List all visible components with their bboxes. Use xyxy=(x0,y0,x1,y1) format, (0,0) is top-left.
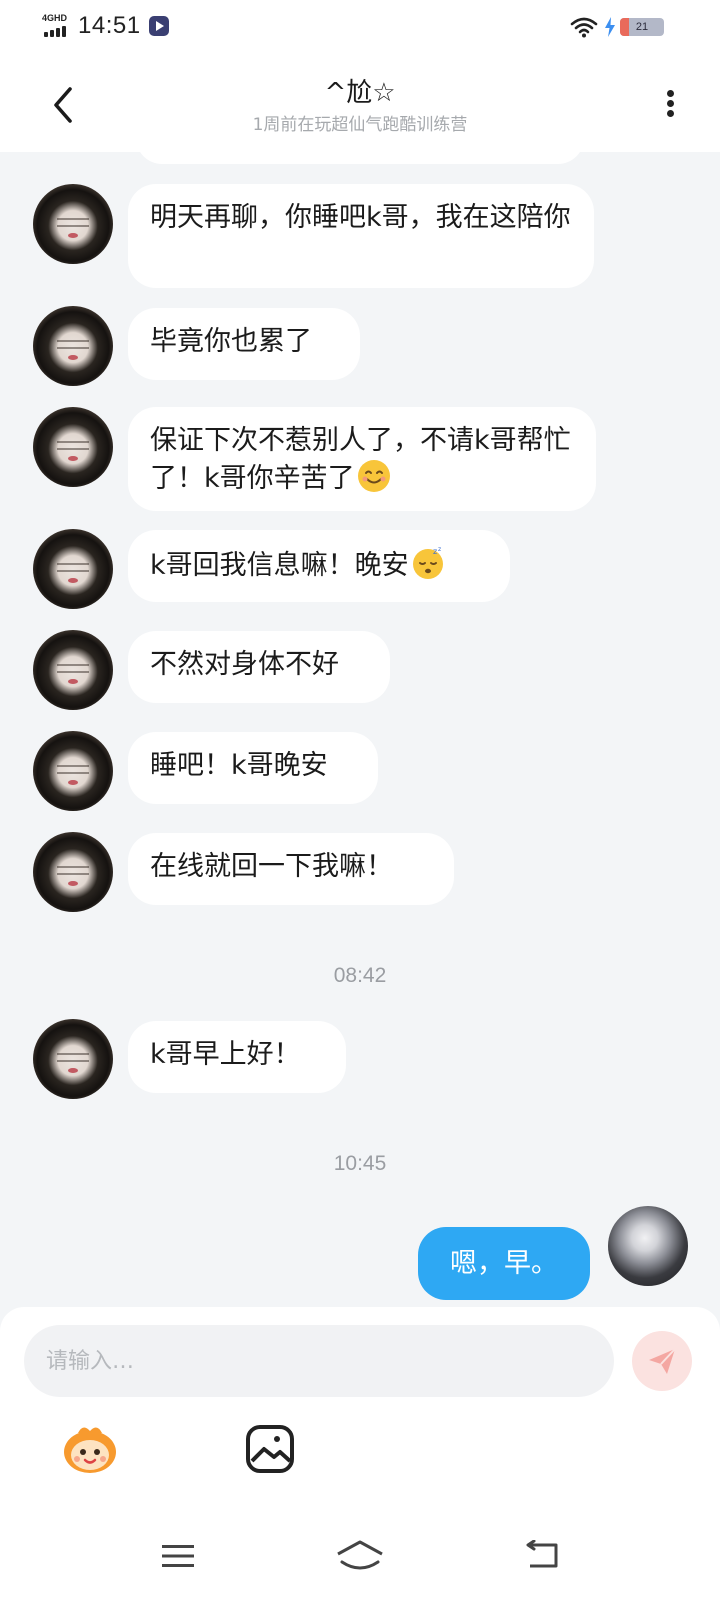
app-icon xyxy=(148,16,169,36)
message-bubble-self[interactable]: 嗯，早。 xyxy=(418,1227,590,1300)
contact-activity: 1周前在玩超仙气跑酷训练营 xyxy=(252,115,468,135)
status-time: 14:51 xyxy=(78,12,141,39)
message-bubble[interactable]: k哥回我信息嘛！晚安 z z xyxy=(128,530,510,602)
message-text: 毕竟你也累了 xyxy=(150,326,312,357)
system-nav-bar xyxy=(0,1510,720,1600)
message-timestamp: 10:45 xyxy=(333,1152,387,1175)
sleeping-face-emoji: z z xyxy=(412,546,443,579)
more-options-button[interactable] xyxy=(652,78,688,128)
message-bubble[interactable]: k哥早上好！ xyxy=(128,1021,346,1093)
contact-name: ^尬☆ xyxy=(324,78,396,108)
message-text: 不然对身体不好 xyxy=(150,649,339,680)
smiling-face-emoji xyxy=(357,460,390,492)
charging-bolt-icon xyxy=(605,17,615,37)
more-vertical-icon xyxy=(666,87,674,120)
network-type: 4GHD xyxy=(42,13,68,23)
message-timestamp: 08:42 xyxy=(333,964,387,987)
sticker-icon xyxy=(64,1427,116,1473)
message-bubble[interactable]: 毕竟你也累了 xyxy=(128,308,360,380)
avatar[interactable] xyxy=(33,306,113,386)
sticker-button[interactable] xyxy=(60,1419,120,1479)
menu-icon xyxy=(162,1545,194,1567)
battery-icon: 21 xyxy=(620,18,664,36)
home-icon xyxy=(337,1540,383,1570)
message-list[interactable]: 明天再聊，你睡吧k哥，我在这陪你 毕竟你也累了 保证下次不惹别人了，不请k哥帮忙… xyxy=(0,152,720,1307)
message-bubble[interactable]: 在线就回一下我嘛！ xyxy=(128,833,454,905)
status-left: 4GHD 14:51 xyxy=(42,12,169,40)
svg-text:z: z xyxy=(438,546,441,553)
avatar[interactable] xyxy=(33,630,113,710)
avatar[interactable] xyxy=(33,529,113,609)
svg-text:z: z xyxy=(433,547,437,556)
message-text: 在线就回一下我嘛！ xyxy=(150,851,393,882)
signal-bars xyxy=(44,26,68,37)
message-text: 明天再聊，你睡吧k哥，我在这陪你 xyxy=(150,202,571,233)
avatar[interactable] xyxy=(33,731,113,811)
image-icon xyxy=(246,1425,294,1473)
message-text: 嗯，早。 xyxy=(450,1248,558,1279)
avatar[interactable] xyxy=(33,832,113,912)
status-right: 21 xyxy=(570,16,664,38)
back-icon xyxy=(526,1540,558,1568)
image-button[interactable] xyxy=(244,1423,296,1475)
status-bar: 4GHD 14:51 21 xyxy=(0,0,720,58)
message-bubble[interactable]: 睡吧！k哥晚安 xyxy=(128,732,378,804)
avatar[interactable] xyxy=(33,1019,113,1099)
message-bubble-partial xyxy=(136,152,584,164)
composer xyxy=(0,1307,720,1600)
message-input[interactable] xyxy=(24,1325,614,1397)
chat-header: ^尬☆ 1周前在玩超仙气跑酷训练营 xyxy=(0,58,720,152)
message-text: 睡吧！k哥晚安 xyxy=(150,750,328,781)
message-bubble[interactable]: 保证下次不惹别人了，不请k哥帮忙了！k哥你辛苦了 xyxy=(128,407,596,511)
battery-level: 21 xyxy=(635,21,649,33)
message-bubble[interactable]: 不然对身体不好 xyxy=(128,631,390,703)
send-button[interactable] xyxy=(632,1331,692,1391)
avatar[interactable] xyxy=(33,184,113,264)
nav-back-button[interactable] xyxy=(512,1526,572,1586)
message-text: k哥回我信息嘛！晚安 xyxy=(150,550,409,581)
nav-home-button[interactable] xyxy=(330,1526,390,1586)
message-text: k哥早上好！ xyxy=(150,1039,301,1070)
signal-icon: 4GHD xyxy=(42,13,72,39)
avatar[interactable] xyxy=(33,407,113,487)
message-bubble[interactable]: 明天再聊，你睡吧k哥，我在这陪你 xyxy=(128,184,594,288)
wifi-icon xyxy=(570,17,598,38)
send-icon xyxy=(649,1348,676,1374)
nav-menu-button[interactable] xyxy=(148,1526,208,1586)
avatar-self[interactable] xyxy=(608,1206,688,1286)
